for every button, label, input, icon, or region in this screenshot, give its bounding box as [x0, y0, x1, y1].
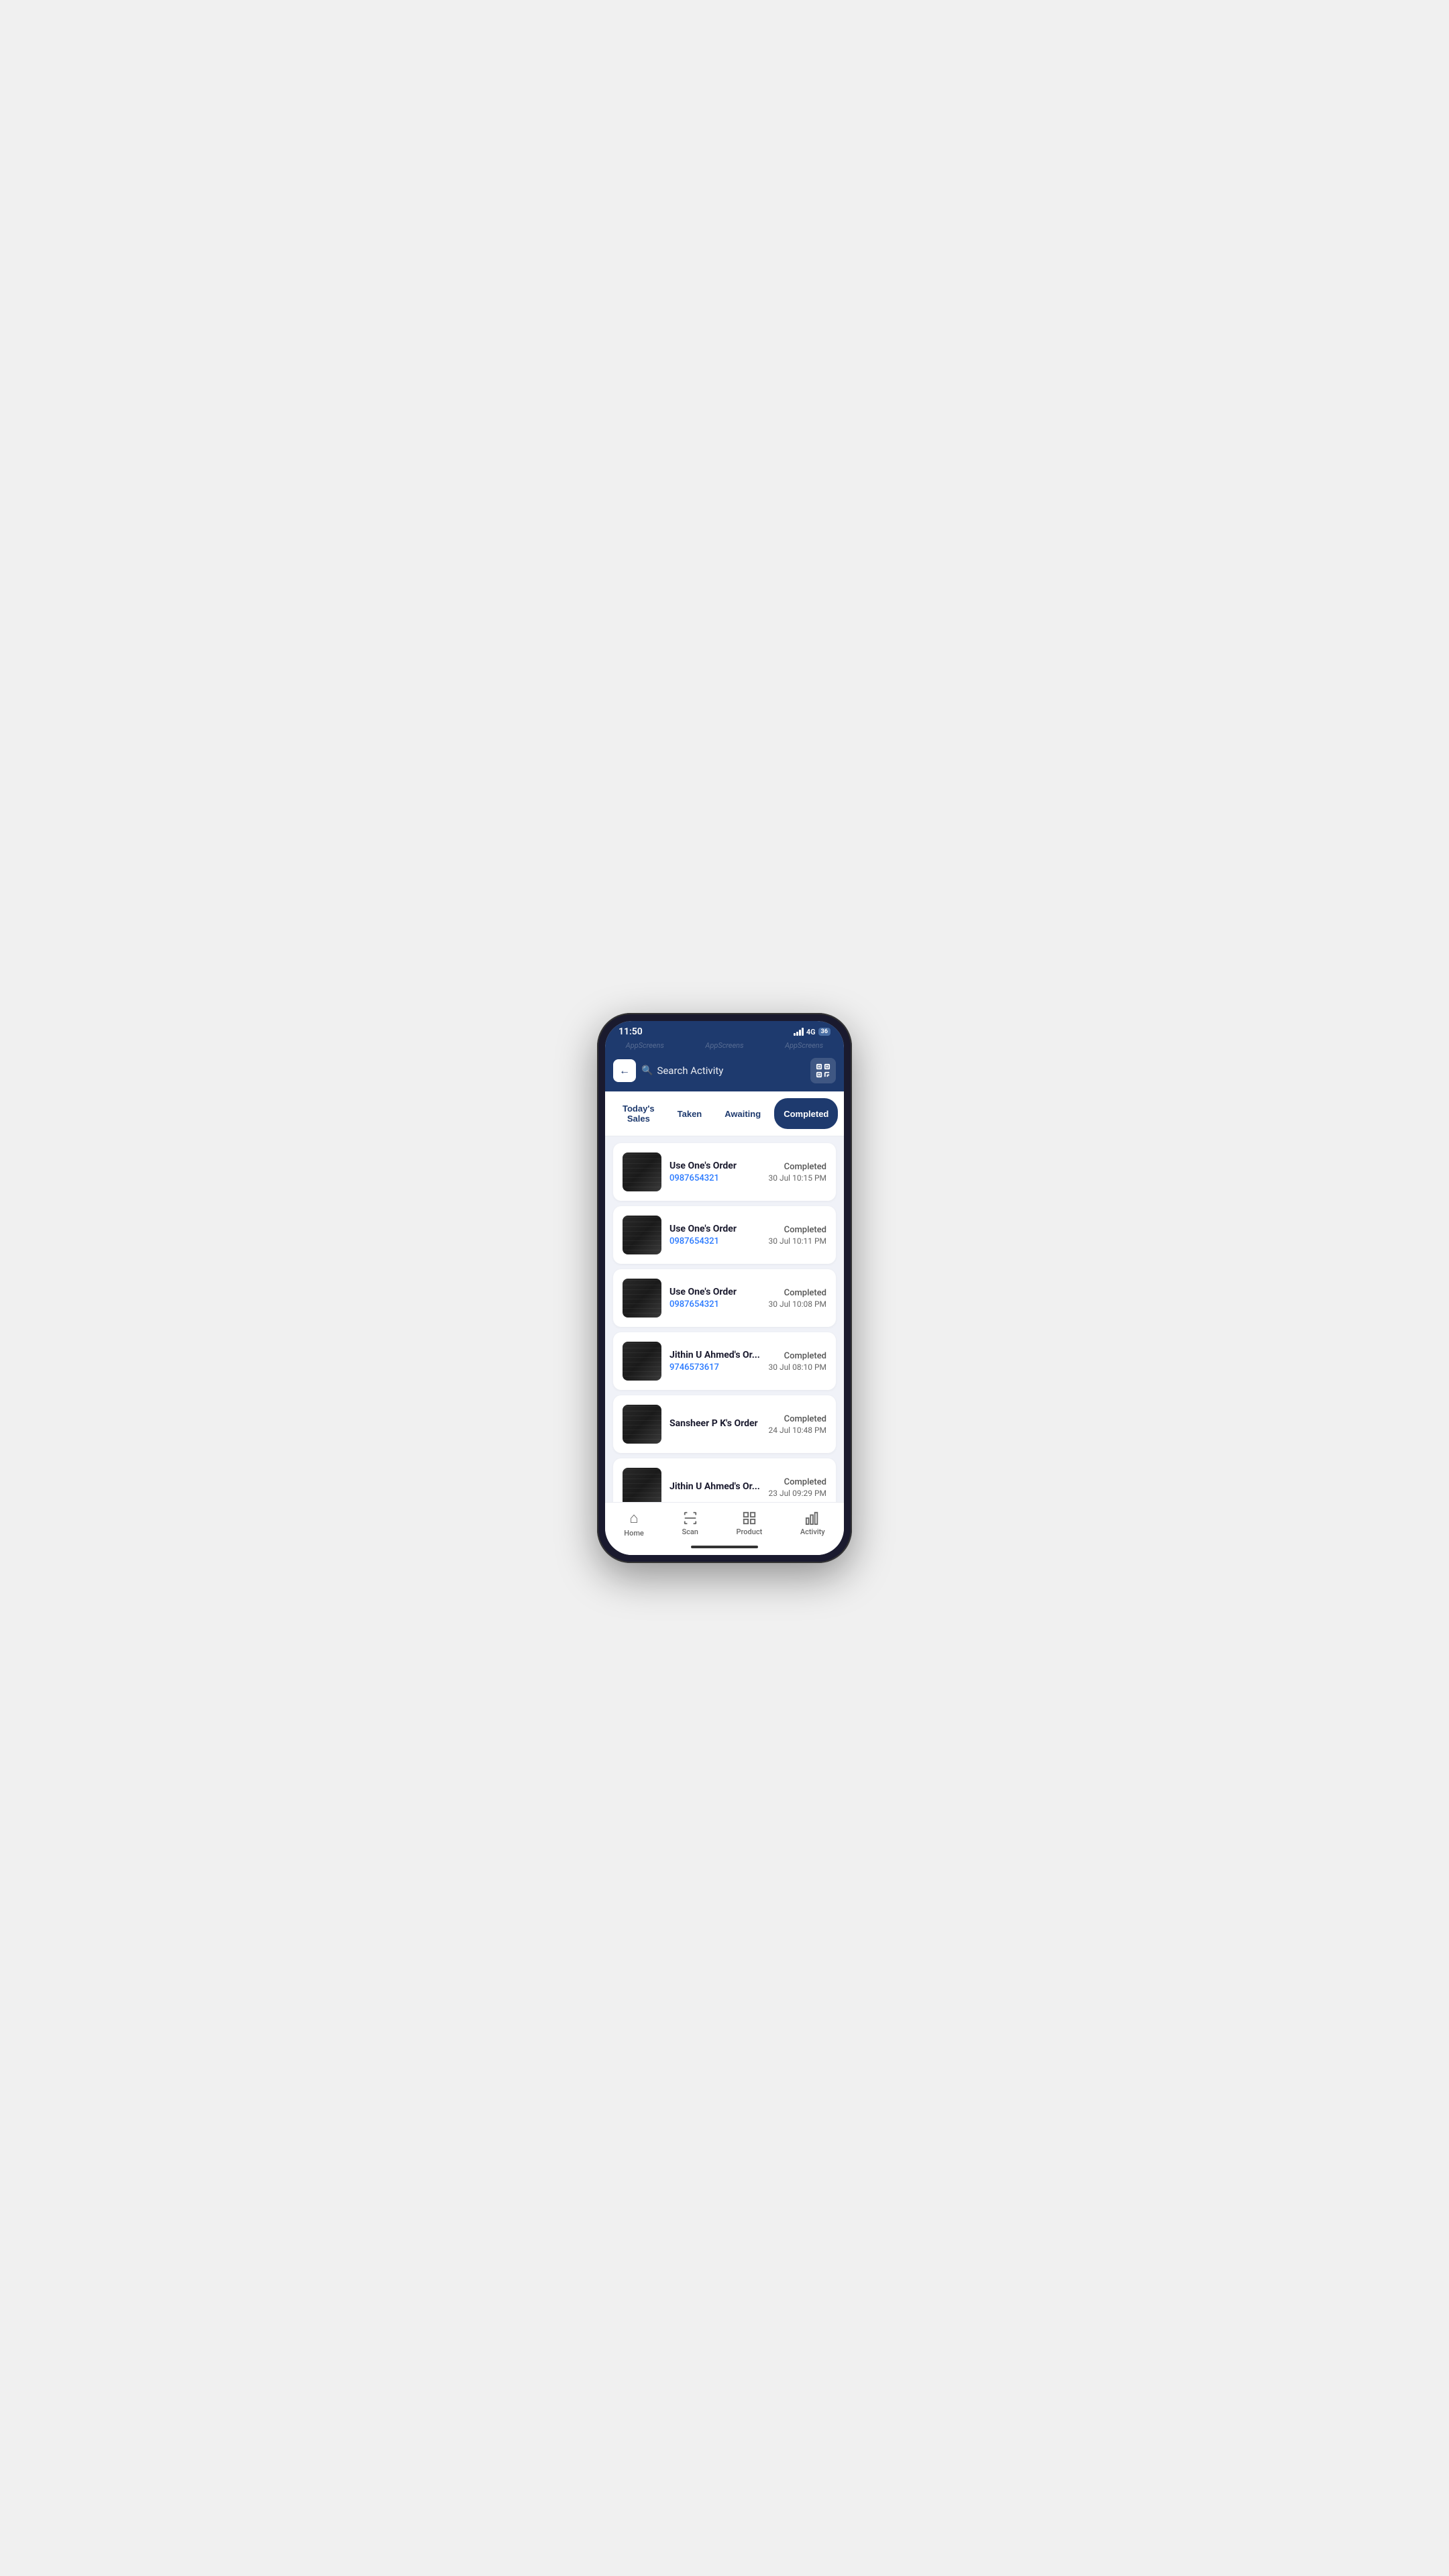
order-status-info-6: Completed 23 Jul 09:29 PM	[768, 1477, 826, 1498]
order-info-5: Sansheer P K's Order	[669, 1418, 760, 1431]
signal-bar-3	[799, 1030, 801, 1036]
order-status-6: Completed	[768, 1477, 826, 1487]
phone-frame: 11:50 4G 36 AppScreens AppScreens AppScr…	[597, 1013, 852, 1563]
order-info-3: Use One's Order 0987654321	[669, 1287, 760, 1309]
orders-list: Use One's Order 0987654321 Completed 30 …	[605, 1136, 844, 1502]
order-thumbnail-6	[623, 1468, 661, 1502]
order-phone-4: 9746573617	[669, 1362, 760, 1373]
order-date-5: 24 Jul 10:48 PM	[768, 1426, 826, 1435]
watermark-2: AppScreens	[705, 1041, 743, 1050]
order-status-4: Completed	[768, 1351, 826, 1361]
nav-activity[interactable]: Activity	[790, 1511, 836, 1536]
order-date-2: 30 Jul 10:11 PM	[768, 1236, 826, 1246]
order-thumbnail-2	[623, 1216, 661, 1254]
tab-today-sales[interactable]: Today's Sales	[613, 1098, 664, 1129]
status-icons: 4G 36	[794, 1028, 830, 1036]
status-bar: 11:50 4G 36	[605, 1021, 844, 1040]
tab-taken[interactable]: Taken	[668, 1098, 712, 1129]
nav-product-label: Product	[737, 1527, 763, 1536]
order-phone-1: 0987654321	[669, 1173, 760, 1183]
watermark-bar: AppScreens AppScreens AppScreens	[605, 1040, 844, 1053]
activity-icon	[805, 1511, 820, 1525]
order-thumbnail-1	[623, 1152, 661, 1191]
order-name-1: Use One's Order	[669, 1161, 760, 1171]
order-status-3: Completed	[768, 1288, 826, 1298]
tab-awaiting[interactable]: Awaiting	[715, 1098, 770, 1129]
order-info-1: Use One's Order 0987654321	[669, 1161, 760, 1183]
nav-home[interactable]: ⌂ Home	[613, 1509, 655, 1538]
order-info-2: Use One's Order 0987654321	[669, 1224, 760, 1246]
home-bar	[691, 1546, 758, 1548]
order-card-1[interactable]: Use One's Order 0987654321 Completed 30 …	[613, 1143, 836, 1201]
home-indicator	[605, 1542, 844, 1555]
nav-scan-label: Scan	[682, 1527, 698, 1536]
phone-screen: 11:50 4G 36 AppScreens AppScreens AppScr…	[605, 1021, 844, 1555]
signal-bar-1	[794, 1033, 796, 1036]
order-status-2: Completed	[768, 1225, 826, 1235]
order-card-3[interactable]: Use One's Order 0987654321 Completed 30 …	[613, 1269, 836, 1327]
product-icon	[742, 1511, 757, 1525]
order-info-4: Jithin U Ahmed's Or... 9746573617	[669, 1350, 760, 1373]
order-date-3: 30 Jul 10:08 PM	[768, 1299, 826, 1309]
scan-icon	[683, 1511, 698, 1525]
watermark-3: AppScreens	[785, 1041, 823, 1050]
order-phone-2: 0987654321	[669, 1236, 760, 1246]
order-name-4: Jithin U Ahmed's Or...	[669, 1350, 760, 1360]
order-status-info-3: Completed 30 Jul 10:08 PM	[768, 1288, 826, 1309]
back-arrow-icon: ←	[619, 1064, 630, 1077]
order-date-6: 23 Jul 09:29 PM	[768, 1489, 826, 1498]
order-status-5: Completed	[768, 1414, 826, 1424]
order-phone-3: 0987654321	[669, 1299, 760, 1309]
order-card-5[interactable]: Sansheer P K's Order Completed 24 Jul 10…	[613, 1395, 836, 1453]
search-icon: 🔍	[641, 1065, 653, 1076]
order-name-3: Use One's Order	[669, 1287, 760, 1297]
order-date-4: 30 Jul 08:10 PM	[768, 1362, 826, 1372]
nav-product[interactable]: Product	[726, 1511, 773, 1536]
network-label: 4G	[806, 1028, 816, 1036]
order-status-1: Completed	[768, 1162, 826, 1172]
order-card-2[interactable]: Use One's Order 0987654321 Completed 30 …	[613, 1206, 836, 1264]
signal-bars	[794, 1028, 804, 1036]
order-status-info-1: Completed 30 Jul 10:15 PM	[768, 1162, 826, 1183]
order-thumbnail-4	[623, 1342, 661, 1381]
order-card-4[interactable]: Jithin U Ahmed's Or... 9746573617 Comple…	[613, 1332, 836, 1390]
order-status-info-4: Completed 30 Jul 08:10 PM	[768, 1351, 826, 1372]
back-button[interactable]: ←	[613, 1059, 636, 1082]
header: ← 🔍 Search Activity	[605, 1053, 844, 1091]
signal-bar-4	[802, 1028, 804, 1036]
battery-badge: 36	[818, 1028, 830, 1036]
order-status-info-2: Completed 30 Jul 10:11 PM	[768, 1225, 826, 1246]
phone-wrapper: 11:50 4G 36 AppScreens AppScreens AppScr…	[584, 986, 865, 1590]
order-name-6: Jithin U Ahmed's Or...	[669, 1481, 760, 1492]
order-card-6[interactable]: Jithin U Ahmed's Or... Completed 23 Jul …	[613, 1458, 836, 1502]
order-status-info-5: Completed 24 Jul 10:48 PM	[768, 1414, 826, 1435]
tab-completed[interactable]: Completed	[774, 1098, 838, 1129]
qr-button[interactable]	[810, 1058, 836, 1083]
tabs-container: Today's Sales Taken Awaiting Completed	[605, 1091, 844, 1136]
signal-bar-2	[796, 1032, 798, 1036]
order-date-1: 30 Jul 10:15 PM	[768, 1173, 826, 1183]
watermark-1: AppScreens	[626, 1041, 664, 1050]
order-info-6: Jithin U Ahmed's Or...	[669, 1481, 760, 1494]
search-placeholder: Search Activity	[657, 1065, 723, 1077]
qr-scan-icon	[816, 1063, 830, 1078]
order-thumbnail-5	[623, 1405, 661, 1444]
home-icon: ⌂	[629, 1509, 638, 1527]
nav-home-label: Home	[624, 1529, 644, 1538]
order-thumbnail-3	[623, 1279, 661, 1318]
search-bar[interactable]: 🔍 Search Activity	[641, 1065, 805, 1077]
order-name-5: Sansheer P K's Order	[669, 1418, 760, 1429]
order-name-2: Use One's Order	[669, 1224, 760, 1234]
nav-scan[interactable]: Scan	[671, 1511, 708, 1536]
bottom-nav: ⌂ Home Scan	[605, 1502, 844, 1542]
status-time: 11:50	[619, 1026, 643, 1037]
nav-activity-label: Activity	[800, 1527, 825, 1536]
